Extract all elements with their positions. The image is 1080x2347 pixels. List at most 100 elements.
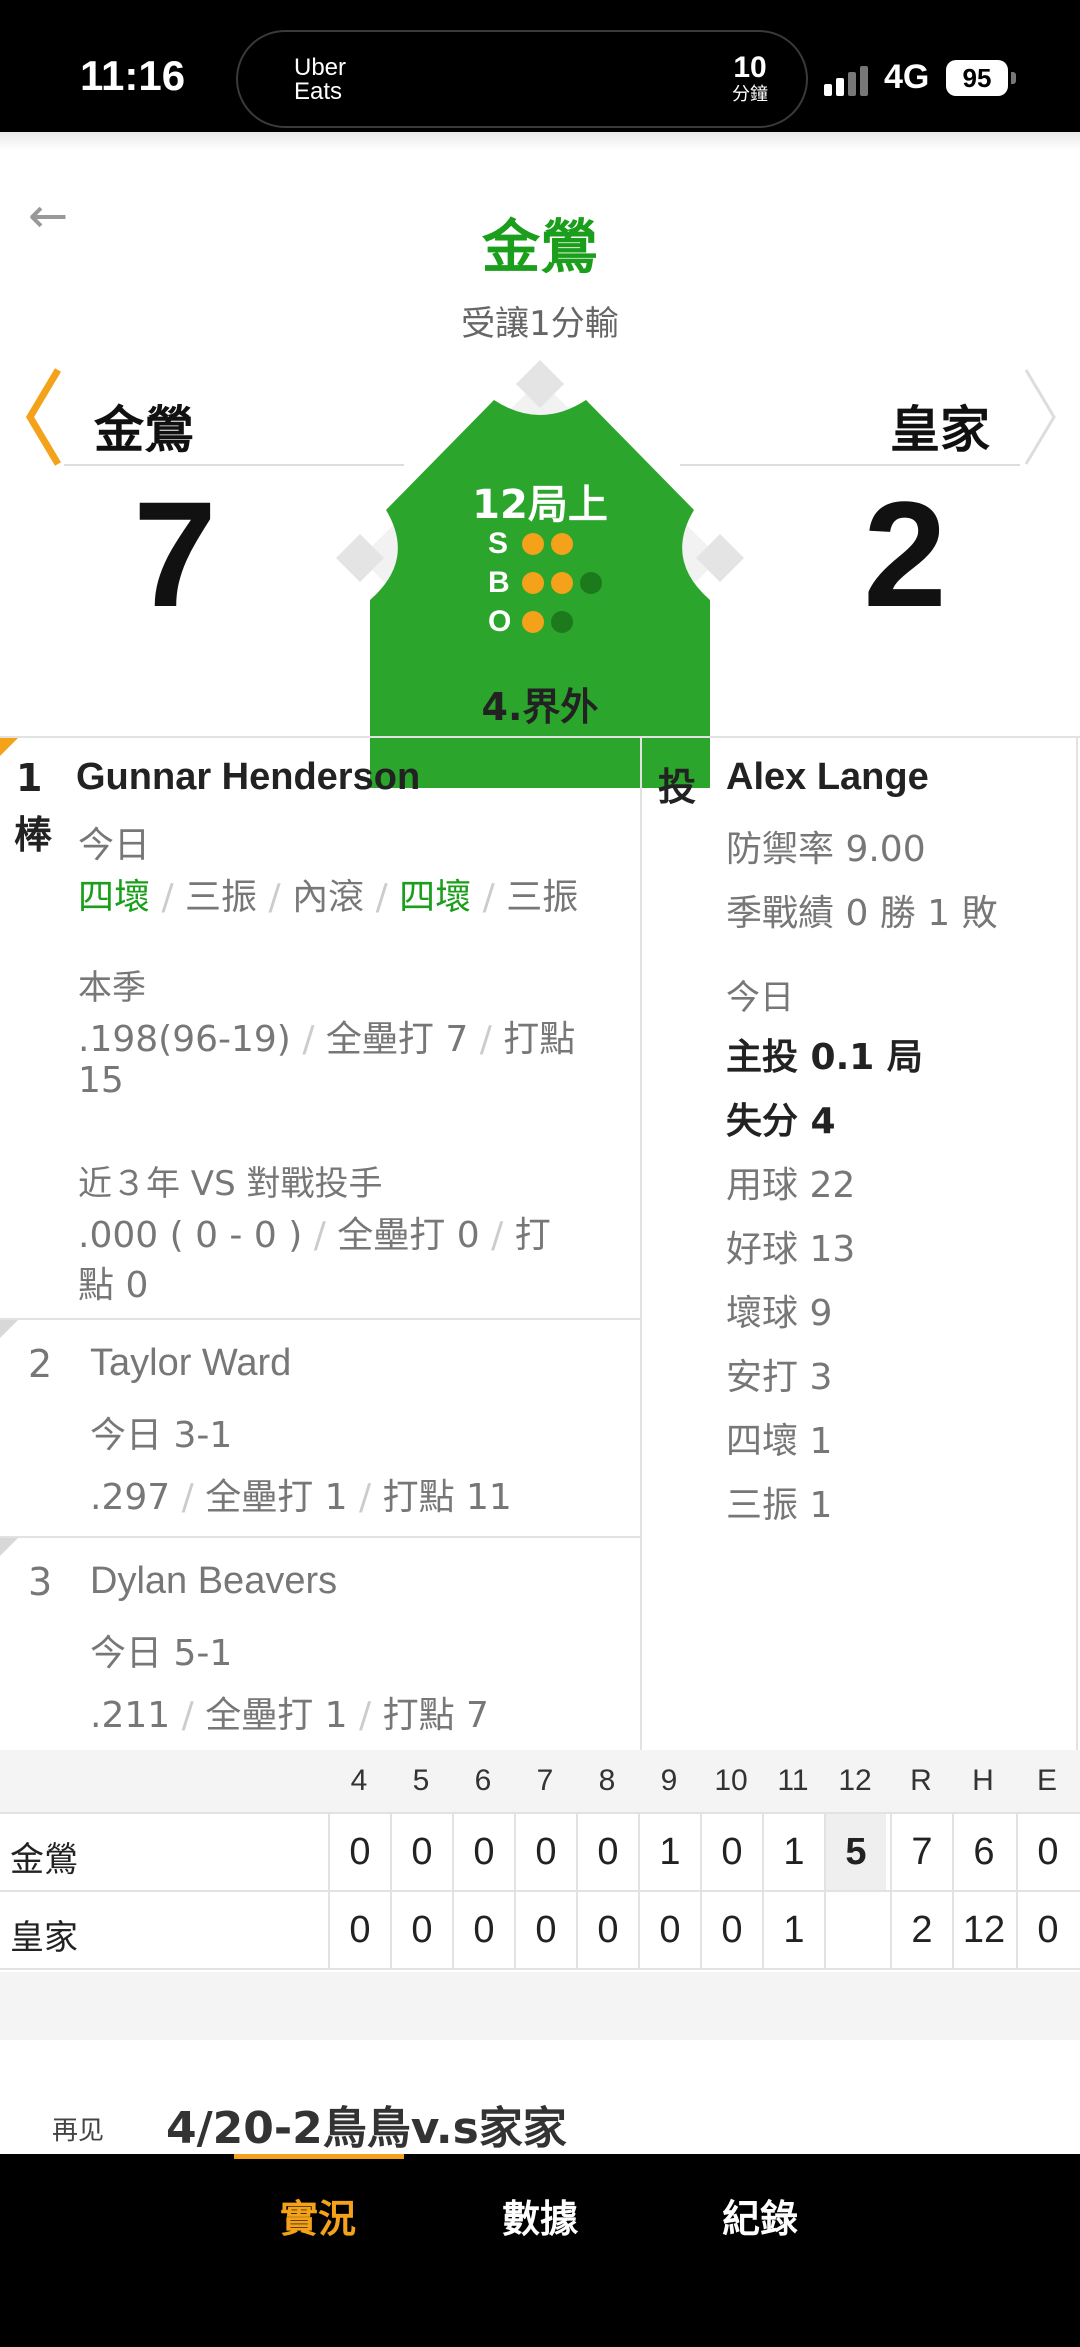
batter-marker	[0, 1538, 18, 1556]
inning-cell: 0	[328, 1892, 390, 1968]
bottom-tab-bar: 實況 數據 紀錄	[0, 2154, 1080, 2347]
island-app-label: Uber Eats	[294, 54, 347, 105]
inning-cell: 0	[700, 1892, 762, 1968]
pitcher-label: 投	[658, 765, 697, 809]
current-batter-marker	[0, 738, 18, 756]
last-play: 4.界外	[481, 685, 599, 729]
strike-label: S	[488, 526, 509, 560]
runs-cell: 7	[890, 1814, 952, 1890]
inning-cell: 0	[700, 1814, 762, 1890]
leading-team: 金鶯	[481, 213, 598, 281]
tab-records[interactable]: 紀錄	[722, 2188, 798, 2243]
inning-cell: 0	[390, 1814, 452, 1890]
inning-cell: 0	[638, 1892, 700, 1968]
signal-icon	[824, 66, 872, 96]
pitcher-pitches: 用球 22	[726, 1165, 856, 1206]
pitcher-walks: 四壞 1	[726, 1421, 833, 1462]
season-hr: 全壘打 1	[205, 1695, 348, 1736]
result-strikeout: 三振	[506, 877, 579, 918]
vs-pitcher-stats: .000 ( 0 - 0 ) / 全壘打 0 / 打	[78, 1215, 551, 1256]
out-row: O	[488, 602, 609, 641]
col-header: 4	[350, 1764, 368, 1797]
col-header: 10	[714, 1764, 748, 1797]
inning-cell: 0	[514, 1892, 576, 1968]
island-app-name: Uber Eats	[294, 56, 374, 104]
matchup-panels: 1 棒 Gunnar Henderson 今日 四壞 / 三振 / 內滾 / 四…	[0, 736, 1080, 1752]
season-avg: .211	[90, 1695, 171, 1736]
vs-rbi-label: 打	[514, 1215, 551, 1256]
inning-label: 12局上	[472, 482, 608, 528]
season-rbi: 打點 7	[382, 1695, 489, 1736]
pitcher-card[interactable]: 投 Alex Lange 防禦率 9.00 季戰績 0 勝 1 敗 今日 主投 …	[642, 738, 1078, 1752]
pitcher-hits: 安打 3	[726, 1357, 833, 1398]
line-score-header: 4 5 6 7 8 9 10 11 12 R H E	[0, 1750, 1080, 1812]
in-hole-batter-card[interactable]: 3 Dylan Beavers 今日 5-1 .211 / 全壘打 1 / 打點…	[0, 1538, 642, 1752]
tab-stats[interactable]: 數據	[502, 2188, 578, 2243]
batting-order: 3	[28, 1560, 53, 1604]
col-header-errors: E	[1036, 1764, 1057, 1797]
today-results: 四壞 / 三振 / 內滾 / 四壞 / 三振	[78, 877, 579, 918]
network-type: 4G	[884, 58, 930, 96]
ball-dot	[522, 571, 544, 594]
today-line: 今日 5-1	[90, 1633, 233, 1674]
runs-cell: 2	[890, 1892, 952, 1968]
strike-row: S	[488, 524, 609, 563]
season-rbi-label: 打點	[503, 1019, 576, 1060]
batter-name: Gunnar Henderson	[76, 756, 421, 798]
away-score: 7	[133, 470, 217, 638]
ball-count: S B O	[488, 524, 609, 641]
table-row: 皇家 0 0 0 0 0 0 0 1 2 12 0	[0, 1890, 1080, 1968]
active-tab-indicator	[234, 2154, 404, 2159]
today-label: 今日	[78, 825, 151, 866]
inning-cell: 0	[514, 1814, 576, 1890]
hits-cell: 12	[952, 1892, 1014, 1968]
season-stats: .297 / 全壘打 1 / 打點 11	[90, 1477, 512, 1518]
season-avg: .198(96-19)	[78, 1019, 291, 1060]
col-header-runs: R	[910, 1764, 932, 1797]
next-game-tag: 再见	[52, 2116, 105, 2146]
season-hr: 全壘打 7	[325, 1019, 469, 1060]
season-rbi-value: 15	[78, 1060, 124, 1101]
home-score: 2	[863, 470, 947, 638]
section-divider	[0, 1972, 1080, 2040]
pitcher-era: 防禦率 9.00	[726, 829, 926, 870]
out-label: O	[488, 604, 512, 638]
next-game-title[interactable]: 4/20-2鳥鳥v.s家家	[166, 2092, 567, 2156]
inning-cell: 1	[762, 1814, 824, 1890]
col-header: 9	[660, 1764, 678, 1797]
row-team-name: 金鶯	[10, 1840, 78, 1880]
season-label: 本季	[78, 968, 146, 1008]
pitcher-today-label: 今日	[726, 978, 794, 1018]
clock: 11:16	[80, 52, 186, 99]
out-dot	[551, 610, 573, 633]
tab-live[interactable]: 實況	[280, 2188, 356, 2243]
on-deck-batter-card[interactable]: 2 Taylor Ward 今日 3-1 .297 / 全壘打 1 / 打點 1…	[0, 1320, 642, 1538]
inning-cell: 1	[638, 1814, 700, 1890]
col-header: 8	[598, 1764, 616, 1797]
strike-dot	[522, 532, 544, 555]
header-shadow	[0, 132, 1080, 150]
inning-cell: 0	[452, 1892, 514, 1968]
season-hr: 全壘打 1	[205, 1477, 348, 1518]
current-inning-cell: 5	[824, 1814, 886, 1890]
table-divider	[0, 1968, 1080, 1970]
today-line: 今日 3-1	[90, 1415, 233, 1456]
season-stats: .211 / 全壘打 1 / 打點 7	[90, 1695, 489, 1736]
dynamic-island[interactable]: Uber Eats 10 分鐘	[236, 30, 808, 128]
inning-cell: 0	[328, 1814, 390, 1890]
batter-marker	[0, 1320, 18, 1338]
vs-hr: 全壘打 0	[337, 1215, 480, 1256]
ball-dot	[580, 571, 602, 594]
row-team-name: 皇家	[10, 1918, 78, 1958]
result-strikeout: 三振	[185, 877, 258, 918]
pitcher-strikes: 好球 13	[726, 1229, 856, 1270]
inning-cell: 0	[576, 1814, 638, 1890]
vs-pitcher-label: 近３年 VS 對戰投手	[78, 1164, 383, 1204]
season-rbi: 打點 11	[382, 1477, 512, 1518]
current-batter-card[interactable]: 1 棒 Gunnar Henderson 今日 四壞 / 三振 / 內滾 / 四…	[0, 738, 642, 1320]
result-groundout: 內滾	[292, 877, 365, 918]
inning-cell: 1	[762, 1892, 824, 1968]
ball-row: B	[488, 563, 609, 602]
island-eta: 10 分鐘	[732, 52, 768, 105]
chevron-right-icon	[1024, 369, 1056, 465]
